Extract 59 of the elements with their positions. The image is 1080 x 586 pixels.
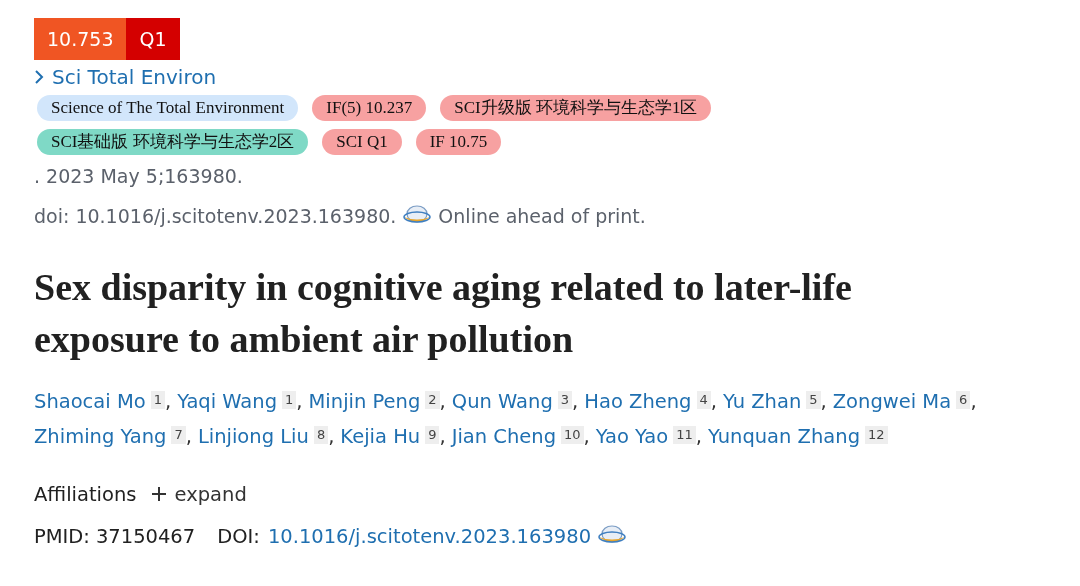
- author-link[interactable]: Yaqi Wang: [177, 390, 278, 413]
- author-link[interactable]: Yunquan Zhang: [708, 425, 861, 448]
- comma-separator: ,: [695, 425, 702, 448]
- journal-tag: IF(5) 10.237: [312, 95, 427, 121]
- affiliation-number[interactable]: 11: [673, 426, 696, 444]
- doi-link[interactable]: 10.1016/j.scitotenv.2023.163980: [267, 524, 592, 548]
- affiliation-number[interactable]: 2: [425, 391, 440, 409]
- status-text: Online ahead of print.: [438, 205, 646, 227]
- author-link[interactable]: Shaocai Mo: [34, 390, 146, 413]
- affiliation-number[interactable]: 6: [956, 391, 971, 409]
- comma-separator: ,: [970, 390, 977, 413]
- author-link[interactable]: Zongwei Ma: [832, 390, 952, 413]
- affiliation-number[interactable]: 8: [313, 426, 329, 444]
- affiliation-number[interactable]: 9: [425, 426, 440, 444]
- author-link[interactable]: Minjin Peng: [308, 390, 421, 413]
- chevron-right-icon: [34, 69, 44, 85]
- comma-separator: ,: [572, 390, 579, 413]
- doi-text: doi: 10.1016/j.scitotenv.2023.163980.: [34, 205, 397, 227]
- comma-separator: ,: [439, 390, 446, 413]
- expand-button[interactable]: expand: [150, 482, 247, 506]
- author-link[interactable]: Zhiming Yang: [34, 425, 167, 448]
- affiliation-number[interactable]: 1: [282, 391, 297, 409]
- affiliation-number[interactable]: 10: [561, 426, 584, 444]
- comma-separator: ,: [820, 390, 827, 413]
- quartile-badge: Q1: [126, 18, 180, 60]
- author-link[interactable]: Yu Zhan: [723, 390, 802, 413]
- comma-separator: ,: [439, 425, 446, 448]
- section-label: Affiliations: [34, 482, 137, 506]
- affiliation-number[interactable]: 12: [865, 426, 888, 444]
- comma-separator: ,: [710, 390, 717, 413]
- pmid-label: PMID:: [34, 524, 90, 548]
- author-link[interactable]: Qun Wang: [451, 390, 553, 413]
- impact-factor: 10.753: [34, 18, 127, 60]
- affiliation-number[interactable]: 5: [806, 391, 821, 409]
- journal-link[interactable]: Sci Total Environ: [34, 65, 217, 89]
- author-link[interactable]: Jian Cheng: [451, 425, 557, 448]
- doi-label: DOI:: [217, 524, 260, 548]
- affiliation-number[interactable]: 3: [557, 391, 573, 409]
- affiliation-number[interactable]: 7: [171, 426, 186, 444]
- comma-separator: ,: [296, 390, 303, 413]
- comma-separator: ,: [583, 425, 590, 448]
- author-link[interactable]: Yao Yao: [595, 425, 669, 448]
- author-link[interactable]: Kejia Hu: [340, 425, 421, 448]
- article-title: Sex disparity in cognitive aging related to later-life exposure to ambient air pollution: [34, 265, 853, 362]
- author-link[interactable]: Linjiong Liu: [197, 425, 309, 448]
- journal-tag: Science of The Total Environment: [37, 95, 299, 121]
- plus-icon: [150, 486, 167, 502]
- journal-tag: SCI基础版 环境科学与生态学2区: [37, 129, 309, 155]
- journal-tag: IF 10.75: [415, 129, 502, 155]
- affiliation-number[interactable]: 1: [150, 391, 165, 409]
- author-link[interactable]: Hao Zheng: [584, 390, 692, 413]
- journal-tag: SCI Q1: [322, 129, 402, 155]
- publication-date: . 2023 May 5;163980.: [34, 165, 244, 187]
- comma-separator: ,: [328, 425, 335, 448]
- comma-separator: ,: [185, 425, 192, 448]
- journal-tag: SCI升级版 环境科学与生态学1区: [440, 95, 712, 121]
- pmid-value: 37150467: [95, 524, 196, 548]
- comma-separator: ,: [164, 390, 172, 413]
- affiliation-number[interactable]: 4: [696, 391, 711, 409]
